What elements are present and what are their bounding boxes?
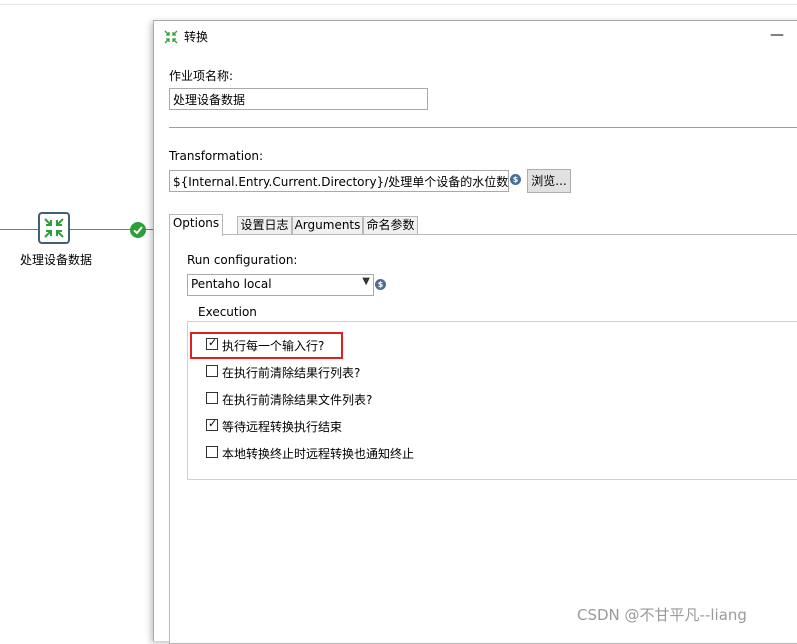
transformation-icon xyxy=(164,30,178,44)
hop-line-in xyxy=(0,229,38,230)
jobentry-name-input[interactable]: 处理设备数据 xyxy=(169,88,428,110)
job-entry-dialog: 转换 — 作业项名称: 处理设备数据 Transformation: ${Int… xyxy=(153,20,797,644)
red-highlight-box xyxy=(190,332,343,359)
checkbox-label: 本地转换终止时远程转换也通知终止 xyxy=(222,447,415,461)
step-label: 处理设备数据 xyxy=(19,253,92,267)
tab-arguments[interactable]: Arguments xyxy=(292,216,363,235)
checkbox[interactable] xyxy=(206,446,218,458)
run-config-value: Pentaho local xyxy=(191,277,272,291)
tab-logging[interactable]: 设置日志 xyxy=(237,216,292,235)
checkbox-label: 在执行前清除结果行列表? xyxy=(222,366,361,380)
checkmark-icon xyxy=(130,222,146,238)
variable-icon[interactable]: $ xyxy=(510,174,521,185)
jobentry-name-label: 作业项名称: xyxy=(169,69,234,83)
checkmark-icon: ✓ xyxy=(208,417,218,430)
variable-icon[interactable]: $ xyxy=(375,279,386,290)
checkbox[interactable] xyxy=(206,392,218,404)
transformation-label: Transformation: xyxy=(169,149,264,163)
tab-bar: Options 设置日志 Arguments 命名参数 xyxy=(169,214,797,236)
checkbox[interactable]: ✓ xyxy=(206,417,218,431)
tab-named-parameters[interactable]: 命名参数 xyxy=(363,216,418,235)
tab-options[interactable]: Options xyxy=(169,214,223,236)
chevron-down-icon: ▼ xyxy=(362,276,370,287)
checkbox-label: 在执行前清除结果文件列表? xyxy=(222,393,373,407)
run-config-select[interactable]: Pentaho local ▼ xyxy=(187,274,374,296)
execution-group-title: Execution xyxy=(194,305,261,319)
minimize-button[interactable]: — xyxy=(768,25,786,45)
transformation-step[interactable] xyxy=(38,212,70,244)
watermark: CSDN @不甘平凡--liang xyxy=(577,606,747,624)
browse-button[interactable]: 浏览... xyxy=(527,169,571,193)
dialog-titlebar[interactable]: 转换 — xyxy=(154,21,797,51)
checkbox[interactable] xyxy=(206,365,218,377)
transformation-path-input[interactable]: ${Internal.Entry.Current.Directory}/处理单个… xyxy=(169,170,509,192)
checkbox-label: 等待远程转换执行结束 xyxy=(222,420,343,434)
transformation-icon xyxy=(44,218,64,238)
canvas-top-border xyxy=(0,4,797,5)
dialog-title: 转换 xyxy=(184,30,209,44)
run-config-label: Run configuration: xyxy=(187,253,298,267)
separator xyxy=(169,127,797,128)
